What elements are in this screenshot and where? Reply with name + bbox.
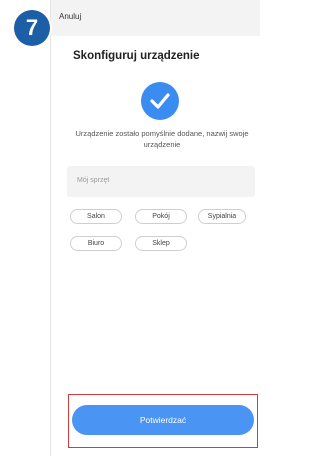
room-chip-sypialnia[interactable]: Sypialnia [198,209,246,224]
success-check-icon [141,82,179,120]
room-chip-biuro[interactable]: Biuro [70,236,122,251]
room-chip-sklep[interactable]: Sklep [135,236,187,251]
device-name-input[interactable]: Mój sprzęt [67,166,255,197]
confirm-button[interactable]: Potwierdzać [72,405,254,435]
success-message: Urządzenie zostało pomyślnie dodane, naz… [75,129,249,149]
phone-screen: Anuluj Skonfiguruj urządzenie Urządzenie… [50,0,260,456]
screenshot-frame: Anuluj Skonfiguruj urządzenie Urządzenie… [0,0,260,456]
device-name-placeholder: Mój sprzęt [77,177,110,184]
cancel-link[interactable]: Anuluj [59,12,81,21]
top-bar: Anuluj [51,0,260,36]
page-title: Skonfiguruj urządzenie [73,50,200,62]
room-chip-pokoj[interactable]: Pokój [135,209,187,224]
room-chip-salon[interactable]: Salon [70,209,122,224]
step-number-badge: 7 [14,10,50,46]
